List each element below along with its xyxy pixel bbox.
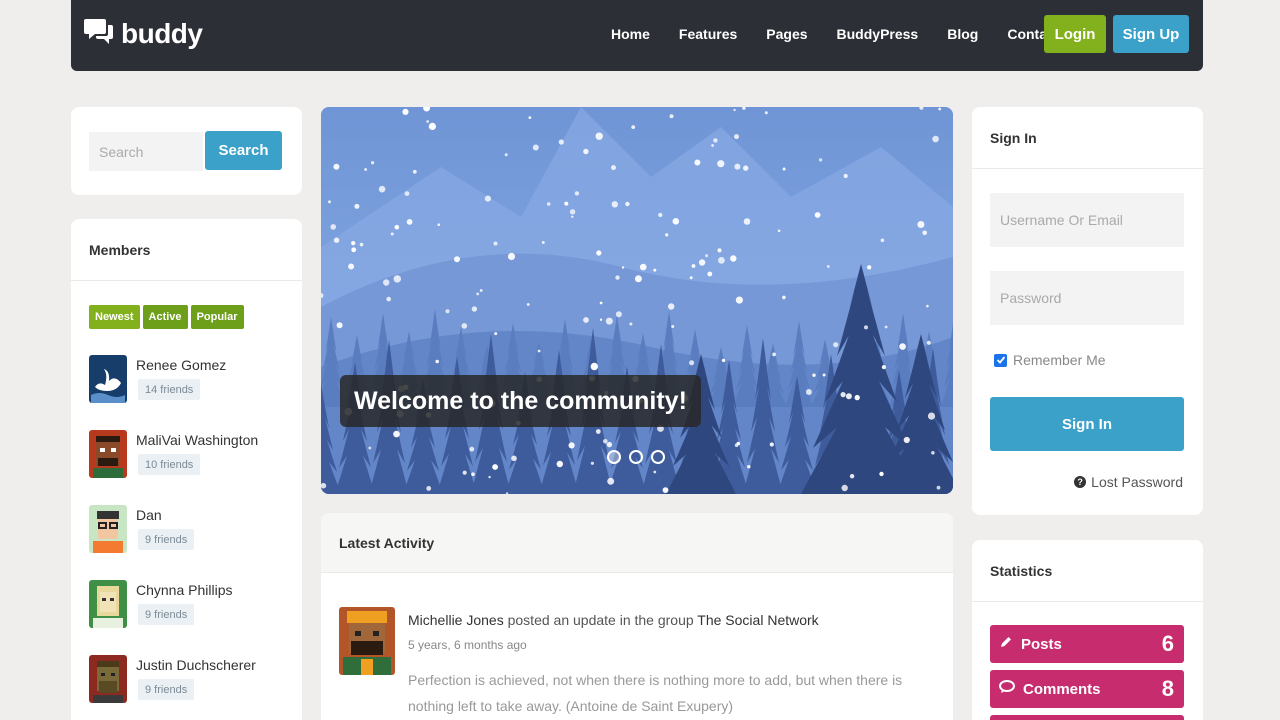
lost-password-label: Lost Password: [1091, 474, 1183, 490]
nav-pages[interactable]: Pages: [766, 26, 807, 42]
members-title: Members: [71, 219, 302, 281]
pencil-icon: [999, 635, 1013, 654]
avatar[interactable]: [89, 355, 127, 403]
slide-caption: Welcome to the community!: [340, 375, 701, 427]
search-button[interactable]: Search: [205, 131, 282, 170]
hero-slider[interactable]: Welcome to the community!: [321, 107, 953, 494]
members-widget: Members Newest Active Popular Renee Gome…: [71, 219, 302, 720]
remember-me[interactable]: Remember Me: [994, 352, 1106, 368]
statistics-widget: Statistics Posts 6 Comments 8: [972, 540, 1203, 720]
question-icon: ?: [1074, 476, 1087, 488]
member-item[interactable]: Dan 9 friends: [89, 505, 289, 555]
remember-label: Remember Me: [1013, 352, 1106, 368]
lost-password-link[interactable]: ? Lost Password: [1074, 474, 1183, 490]
friends-count: 9 friends: [138, 604, 195, 625]
friends-count: 9 friends: [138, 529, 195, 550]
check-icon: [996, 356, 1005, 364]
comment-icon: [999, 679, 1015, 699]
activity-action: posted an update in the group: [503, 612, 698, 628]
search-widget: Search: [71, 107, 302, 195]
filter-popular[interactable]: Popular: [190, 305, 244, 329]
brand-name: buddy: [121, 17, 203, 49]
member-item[interactable]: Justin Duchscherer 9 friends: [89, 655, 289, 705]
remember-checkbox[interactable]: [994, 353, 1007, 367]
slider-dot-1[interactable]: [607, 450, 621, 464]
activity-widget: Latest Activity Michellie Jones posted a…: [321, 513, 953, 720]
activity-text: Perfection is achieved, not when there i…: [408, 672, 903, 714]
password-field[interactable]: [990, 271, 1184, 325]
activity-time: 5 years, 6 months ago: [408, 638, 527, 652]
search-input[interactable]: [89, 132, 203, 171]
member-name[interactable]: Renee Gomez: [136, 357, 226, 373]
member-name[interactable]: Chynna Phillips: [136, 582, 233, 598]
member-item[interactable]: Renee Gomez 14 friends: [89, 355, 289, 405]
signup-button[interactable]: Sign Up: [1113, 15, 1189, 53]
chat-bubbles-icon: [84, 17, 114, 50]
member-name[interactable]: Dan: [136, 507, 162, 523]
member-name[interactable]: Justin Duchscherer: [136, 657, 256, 673]
friends-count: 10 friends: [138, 454, 201, 475]
friends-count: 9 friends: [138, 679, 195, 700]
activity-summary: Michellie Jones posted an update in the …: [408, 612, 819, 628]
statistics-title: Statistics: [972, 540, 1203, 602]
avatar[interactable]: [339, 607, 395, 675]
username-field[interactable]: [990, 193, 1184, 247]
stat-value: 8: [1161, 676, 1174, 701]
nav-buddypress[interactable]: BuddyPress: [837, 26, 919, 42]
activity-title: Latest Activity: [321, 513, 953, 573]
member-item[interactable]: MaliVai Washington 10 friends: [89, 430, 289, 480]
avatar[interactable]: [89, 505, 127, 553]
slider-dots: [607, 450, 665, 464]
signin-title: Sign In: [972, 107, 1203, 169]
main-nav: Home Features Pages BuddyPress Blog Cont…: [611, 0, 1088, 68]
stat-value: 6: [1161, 631, 1174, 656]
member-name[interactable]: MaliVai Washington: [136, 432, 258, 448]
avatar[interactable]: [89, 430, 127, 478]
filter-active[interactable]: Active: [142, 305, 188, 329]
avatar[interactable]: [89, 655, 127, 703]
signin-widget: Sign In Remember Me Sign In ? Lost Passw…: [972, 107, 1203, 515]
nav-blog[interactable]: Blog: [947, 26, 978, 42]
stat-posts[interactable]: Posts 6: [990, 625, 1184, 663]
friends-count: 14 friends: [138, 379, 201, 400]
stat-label: Posts: [1021, 635, 1062, 653]
stat-comments[interactable]: Comments 8: [990, 670, 1184, 708]
avatar[interactable]: [89, 580, 127, 628]
winter-forest-illustration: [321, 107, 953, 494]
activity-group-link[interactable]: The Social Network: [697, 612, 818, 628]
signin-button[interactable]: Sign In: [990, 397, 1184, 451]
top-navbar: buddy Home Features Pages BuddyPress Blo…: [71, 0, 1203, 71]
stat-label: Comments: [1023, 680, 1101, 698]
nav-home[interactable]: Home: [611, 26, 650, 42]
filter-newest[interactable]: Newest: [89, 305, 140, 329]
stat-more[interactable]: [990, 715, 1184, 720]
activity-user-link[interactable]: Michellie Jones: [408, 612, 504, 628]
slider-dot-3[interactable]: [651, 450, 665, 464]
member-item[interactable]: Chynna Phillips 9 friends: [89, 580, 289, 630]
nav-features[interactable]: Features: [679, 26, 737, 42]
login-button[interactable]: Login: [1044, 15, 1106, 53]
brand-logo[interactable]: buddy: [84, 17, 203, 50]
slider-dot-2[interactable]: [629, 450, 643, 464]
member-filters: Newest Active Popular: [89, 305, 244, 329]
